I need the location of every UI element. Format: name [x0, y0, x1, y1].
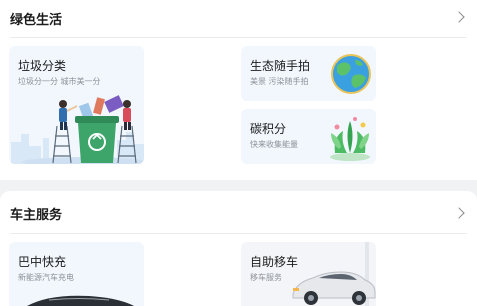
car-moving-card[interactable]: 自助移车 移车服务 — [241, 242, 376, 306]
divider — [10, 233, 467, 234]
card-subtitle: 快来收集能量 — [250, 140, 298, 149]
car-service-title: 车主服务 — [10, 208, 63, 223]
card-title: 生态随手拍 — [250, 59, 311, 73]
eco-photo-card[interactable]: 生态随手拍 美景 污染随手拍 — [241, 46, 376, 101]
garbage-sorting-illustration-icon — [11, 95, 144, 164]
fast-charge-card[interactable]: 巴中快充 新能源汽车充电 — [9, 242, 144, 306]
green-life-more-chevron-icon[interactable] — [453, 11, 465, 23]
car-service-more-chevron-icon[interactable] — [453, 207, 465, 219]
car-illustration-icon — [292, 242, 376, 306]
plant-globe-icon — [330, 117, 370, 161]
carbon-points-card[interactable]: 碳积分 快来收集能量 — [241, 109, 376, 164]
divider — [10, 37, 467, 38]
green-life-section: 绿色生活 垃圾分类 垃圾分一分 城市美一分 生态随手拍 美景 污染随手拍 碳积分… — [0, 0, 477, 180]
card-subtitle: 美景 污染随手拍 — [250, 77, 309, 86]
card-title: 碳积分 — [250, 122, 287, 136]
car-illustration-icon — [27, 295, 134, 306]
garbage-sorting-card[interactable]: 垃圾分类 垃圾分一分 城市美一分 — [9, 46, 144, 164]
earth-globe-icon — [331, 54, 371, 94]
green-life-title: 绿色生活 — [10, 13, 63, 28]
car-service-section: 车主服务 巴中快充 新能源汽车充电 自助移车 移车服务 — [0, 191, 477, 306]
